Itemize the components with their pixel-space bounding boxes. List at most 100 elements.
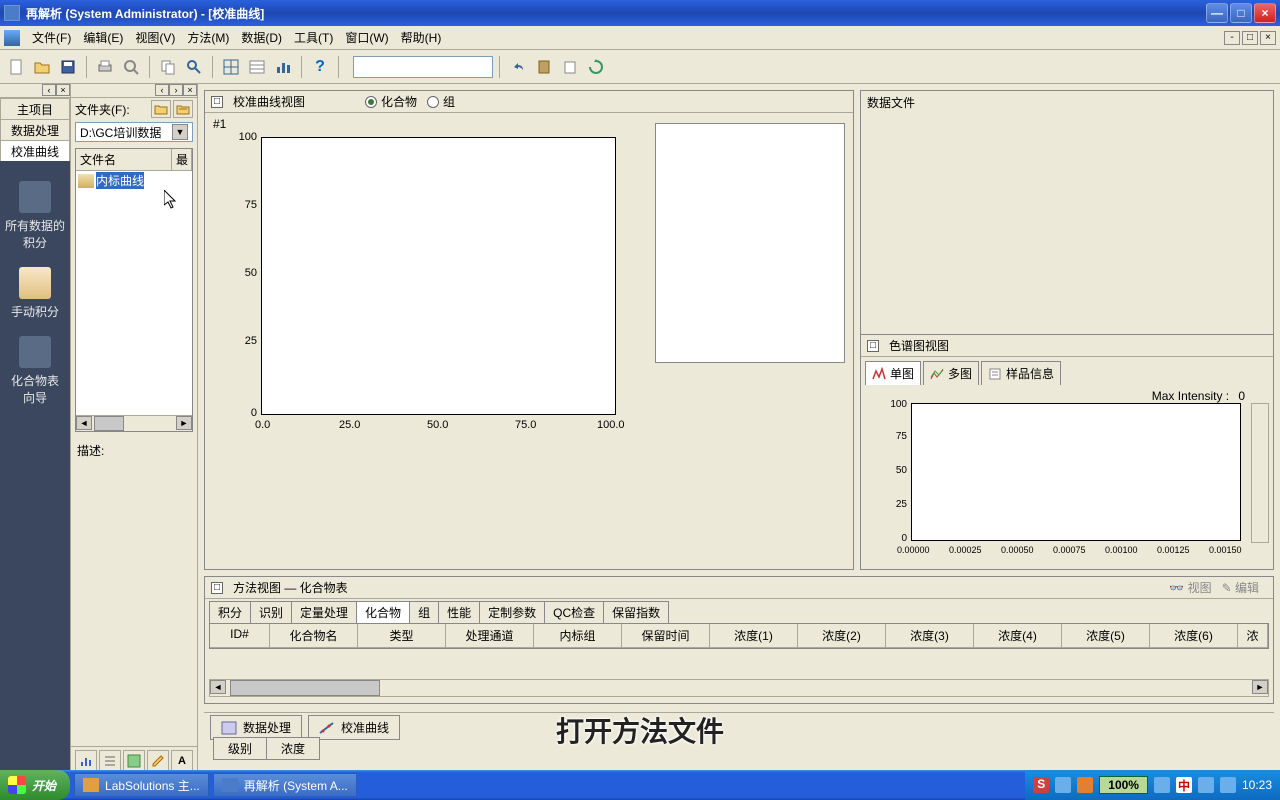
tab-single-chart[interactable]: 单图 [865,361,921,385]
col-conc3[interactable]: 浓度(3) [886,624,974,648]
menu-method[interactable]: 方法(M) [181,27,235,48]
bottom-tab-calib[interactable]: 校准曲线 [308,715,400,740]
panel-toggle-button[interactable]: □ [211,582,223,594]
view-link[interactable]: 👓 视图 [1169,579,1211,596]
tab-performance[interactable]: 性能 [438,601,480,623]
panel-toggle-button[interactable]: □ [211,96,223,108]
tab-retention-index[interactable]: 保留指数 [603,601,669,623]
tab-qc-check[interactable]: QC检查 [544,601,604,623]
preview-icon[interactable] [119,55,143,79]
file-list-header-name[interactable]: 文件名 [76,149,172,170]
tray-volume-icon[interactable] [1198,777,1214,793]
mdi-minimize-button[interactable]: - [1224,31,1240,45]
menu-data[interactable]: 数据(D) [235,27,288,48]
col-conc4[interactable]: 浓度(4) [974,624,1062,648]
tab-concentration[interactable]: 浓度 [266,737,320,760]
tab-integration[interactable]: 积分 [209,601,251,623]
menu-tool[interactable]: 工具(T) [288,27,339,48]
radio-group[interactable]: 组 [427,93,455,110]
edit-link[interactable]: ✎ 编辑 [1222,579,1259,596]
tray-icon[interactable] [1154,777,1170,793]
folder-browse-icon[interactable] [173,100,193,118]
menu-window[interactable]: 窗口(W) [339,27,394,48]
sidebar-item-compound-wizard[interactable]: 化合物表 向导 [0,328,70,414]
tab-compound[interactable]: 化合物 [356,601,410,623]
col-name[interactable]: 化合物名 [270,624,358,648]
menu-edit[interactable]: 编辑(E) [77,27,129,48]
tab-custom-params[interactable]: 定制参数 [479,601,545,623]
scroll-right-icon[interactable]: ► [176,416,192,430]
method-table-scrollbar[interactable]: ◄ ► [209,679,1269,697]
chromatogram-plot[interactable] [911,403,1241,541]
col-conc1[interactable]: 浓度(1) [710,624,798,648]
file-panel-next-button[interactable]: › [169,84,183,96]
file-panel-close-button[interactable]: × [183,84,197,96]
toolbar-combobox[interactable] [353,56,493,78]
tab-group[interactable]: 组 [409,601,439,623]
tray-icon[interactable] [1055,777,1071,793]
file-row[interactable]: 内标曲线 [76,171,192,190]
start-button[interactable]: 开始 [0,770,70,800]
tray-icon[interactable] [1077,777,1093,793]
chrom-toolbar[interactable] [1251,403,1269,543]
copy-icon[interactable] [156,55,180,79]
tab-level[interactable]: 级别 [213,737,267,760]
open-file-icon[interactable] [30,55,54,79]
tray-sogou-icon[interactable]: S [1033,777,1049,793]
menu-help[interactable]: 帮助(H) [395,27,448,48]
col-istd[interactable]: 内标组 [534,624,622,648]
layout-icon[interactable] [219,55,243,79]
col-conc-more[interactable]: 浓 [1238,624,1268,648]
file-list-header-other[interactable]: 最 [172,149,192,170]
col-channel[interactable]: 处理通道 [446,624,534,648]
sidebar-tab-main[interactable]: 主项目 [0,98,70,120]
tab-multi-chart[interactable]: 多图 [923,361,979,385]
edit-icon[interactable] [147,750,169,772]
search-icon[interactable] [182,55,206,79]
sidebar-close-button[interactable]: × [56,84,70,96]
tray-network-icon[interactable] [1220,777,1236,793]
text-icon[interactable]: A [171,750,193,772]
tab-sample-info[interactable]: 样品信息 [981,361,1061,385]
maximize-button[interactable]: □ [1230,3,1252,23]
chart-view-icon[interactable] [75,750,97,772]
file-list-scrollbar[interactable]: ◄ ► [76,415,192,431]
close-button[interactable]: × [1254,3,1276,23]
undo-icon[interactable] [506,55,530,79]
help-icon[interactable]: ? [308,55,332,79]
scroll-thumb[interactable] [94,416,124,431]
sidebar-tab-data[interactable]: 数据处理 [0,119,70,141]
scroll-thumb[interactable] [230,680,380,696]
tray-lang-icon[interactable]: 中 [1176,777,1192,793]
sidebar-item-all-integration[interactable]: 所有数据的 积分 [0,173,70,259]
scroll-left-icon[interactable]: ◄ [210,680,226,694]
clipboard-icon[interactable] [558,55,582,79]
tab-identification[interactable]: 识别 [250,601,292,623]
sidebar-tab-calib[interactable]: 校准曲线 [0,140,70,162]
grid-view-icon[interactable] [123,750,145,772]
col-id[interactable]: ID# [210,624,270,648]
print-icon[interactable] [93,55,117,79]
radio-compound[interactable]: 化合物 [365,93,417,110]
scroll-left-icon[interactable]: ◄ [76,416,92,430]
list-view-icon[interactable] [99,750,121,772]
col-rettime[interactable]: 保留时间 [622,624,710,648]
zoom-percent[interactable]: 100% [1099,776,1148,794]
chevron-down-icon[interactable]: ▼ [172,124,188,140]
taskbar-item-reanalysis[interactable]: 再解析 (System A... [213,773,357,797]
calibration-plot[interactable] [261,137,616,415]
chart-icon[interactable] [271,55,295,79]
col-conc2[interactable]: 浓度(2) [798,624,886,648]
col-conc5[interactable]: 浓度(5) [1062,624,1150,648]
table-icon[interactable] [245,55,269,79]
refresh-icon[interactable] [584,55,608,79]
folder-path-combobox[interactable]: D:\GC培训数据 ▼ [75,122,193,142]
sidebar-item-manual-integration[interactable]: 手动积分 [0,259,70,328]
minimize-button[interactable]: ― [1206,3,1228,23]
sidebar-collapse-button[interactable]: ‹ [42,84,56,96]
taskbar-item-labsolutions[interactable]: LabSolutions 主... [74,773,209,797]
menu-file[interactable]: 文件(F) [26,27,77,48]
tab-quantitation[interactable]: 定量处理 [291,601,357,623]
mdi-restore-button[interactable]: □ [1242,31,1258,45]
col-conc6[interactable]: 浓度(6) [1150,624,1238,648]
